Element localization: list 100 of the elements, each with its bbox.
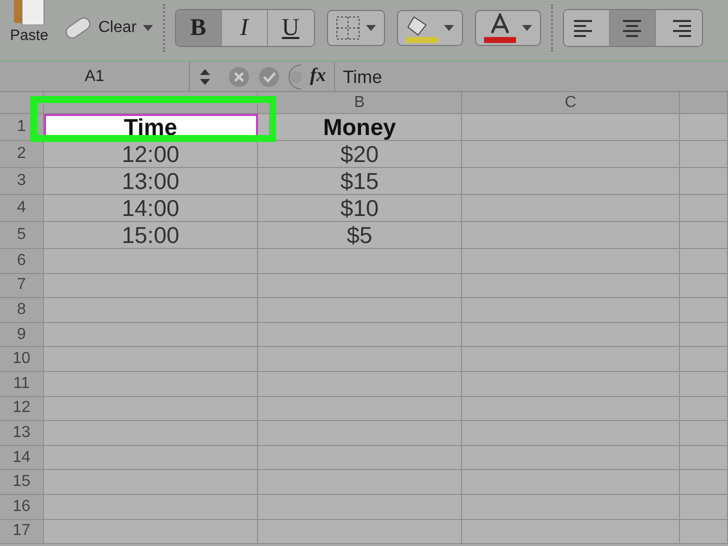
- table-cell[interactable]: [680, 347, 728, 372]
- table-cell[interactable]: [680, 249, 728, 274]
- table-cell[interactable]: [258, 470, 462, 495]
- row-header[interactable]: 5: [0, 222, 44, 249]
- row-header[interactable]: 11: [0, 372, 44, 397]
- table-cell[interactable]: [462, 195, 680, 222]
- table-cell[interactable]: [258, 421, 462, 446]
- align-center-button[interactable]: [610, 10, 656, 46]
- table-cell[interactable]: $10: [258, 195, 462, 222]
- table-cell[interactable]: [258, 396, 462, 422]
- table-cell[interactable]: [462, 494, 680, 520]
- table-cell[interactable]: [680, 298, 728, 323]
- table-cell[interactable]: [462, 372, 680, 397]
- table-cell[interactable]: [258, 274, 462, 298]
- row-header[interactable]: 14: [0, 446, 44, 470]
- table-cell[interactable]: [462, 114, 680, 141]
- column-header[interactable]: [680, 92, 728, 114]
- table-cell[interactable]: [680, 470, 728, 495]
- table-cell[interactable]: 14:00: [44, 195, 258, 222]
- fill-color-button[interactable]: [396, 10, 463, 46]
- table-cell[interactable]: [44, 470, 258, 495]
- table-cell[interactable]: [680, 274, 728, 298]
- table-cell[interactable]: [44, 249, 258, 274]
- table-cell[interactable]: 13:00: [44, 168, 258, 195]
- table-cell[interactable]: [680, 520, 728, 544]
- table-cell[interactable]: [680, 141, 728, 168]
- table-cell[interactable]: [462, 421, 680, 446]
- table-cell[interactable]: [680, 494, 728, 520]
- table-cell[interactable]: $15: [258, 168, 462, 195]
- format-button[interactable]: B: [176, 10, 222, 46]
- table-cell[interactable]: [44, 494, 258, 520]
- table-cell[interactable]: [44, 274, 258, 298]
- table-cell[interactable]: [680, 396, 728, 422]
- table-cell[interactable]: [44, 372, 258, 397]
- font-color-button[interactable]: [474, 10, 541, 46]
- formula-field[interactable]: Time: [334, 62, 728, 91]
- table-cell[interactable]: [462, 298, 680, 323]
- table-cell[interactable]: $5: [258, 222, 462, 249]
- table-cell[interactable]: [462, 396, 680, 422]
- table-cell[interactable]: [462, 168, 680, 195]
- table-cell[interactable]: [258, 249, 462, 274]
- row-header[interactable]: 6: [0, 249, 44, 274]
- table-cell[interactable]: [462, 520, 680, 544]
- table-cell[interactable]: [680, 421, 728, 446]
- table-cell[interactable]: [258, 347, 462, 372]
- row-header[interactable]: 10: [0, 347, 44, 372]
- borders-button[interactable]: [326, 10, 385, 46]
- table-cell[interactable]: [462, 222, 680, 249]
- table-cell[interactable]: [680, 372, 728, 397]
- table-cell[interactable]: [462, 470, 680, 495]
- clear-button[interactable]: Clear: [48, 15, 153, 41]
- cancel-icon: [228, 66, 250, 88]
- table-cell[interactable]: [44, 347, 258, 372]
- table-cell[interactable]: [44, 298, 258, 323]
- table-cell[interactable]: [258, 520, 462, 544]
- table-cell[interactable]: [680, 222, 728, 249]
- row-header[interactable]: 17: [0, 520, 44, 544]
- table-cell[interactable]: [680, 168, 728, 195]
- table-cell[interactable]: [44, 396, 258, 422]
- table-cell[interactable]: [680, 446, 728, 470]
- row-header[interactable]: 2: [0, 141, 44, 168]
- table-cell[interactable]: $20: [258, 141, 462, 168]
- row-header[interactable]: 12: [0, 396, 44, 422]
- column-header[interactable]: B: [258, 92, 462, 114]
- table-cell[interactable]: [258, 494, 462, 520]
- column-header[interactable]: C: [462, 92, 680, 114]
- table-cell[interactable]: [44, 322, 258, 348]
- table-cell[interactable]: [258, 322, 462, 348]
- row-header[interactable]: 7: [0, 274, 44, 298]
- table-cell[interactable]: [462, 322, 680, 348]
- paste-button[interactable]: Paste: [10, 0, 48, 48]
- fx-label[interactable]: fx: [310, 62, 326, 91]
- table-cell[interactable]: [258, 372, 462, 397]
- row-header[interactable]: 4: [0, 195, 44, 222]
- table-cell[interactable]: [258, 446, 462, 470]
- name-box[interactable]: A1: [0, 62, 190, 91]
- row-header[interactable]: 3: [0, 168, 44, 195]
- row-header[interactable]: 13: [0, 421, 44, 446]
- table-cell[interactable]: [680, 195, 728, 222]
- align-left-button[interactable]: [564, 10, 610, 46]
- table-cell[interactable]: [462, 446, 680, 470]
- row-header[interactable]: 16: [0, 494, 44, 520]
- row-header[interactable]: 15: [0, 470, 44, 495]
- table-cell[interactable]: [44, 520, 258, 544]
- table-cell[interactable]: [258, 298, 462, 323]
- table-cell[interactable]: [462, 274, 680, 298]
- table-cell[interactable]: [680, 322, 728, 348]
- table-cell[interactable]: 12:00: [44, 141, 258, 168]
- table-cell[interactable]: [680, 114, 728, 141]
- table-cell[interactable]: [44, 421, 258, 446]
- table-cell[interactable]: Money: [258, 114, 462, 141]
- table-cell[interactable]: 15:00: [44, 222, 258, 249]
- table-cell[interactable]: [44, 446, 258, 470]
- caret-icon: [142, 25, 153, 31]
- table-cell[interactable]: [462, 347, 680, 372]
- row-header[interactable]: 9: [0, 322, 44, 348]
- table-cell[interactable]: [462, 141, 680, 168]
- table-cell[interactable]: [462, 249, 680, 274]
- stepper-icon: [200, 68, 210, 84]
- row-header[interactable]: 8: [0, 298, 44, 323]
